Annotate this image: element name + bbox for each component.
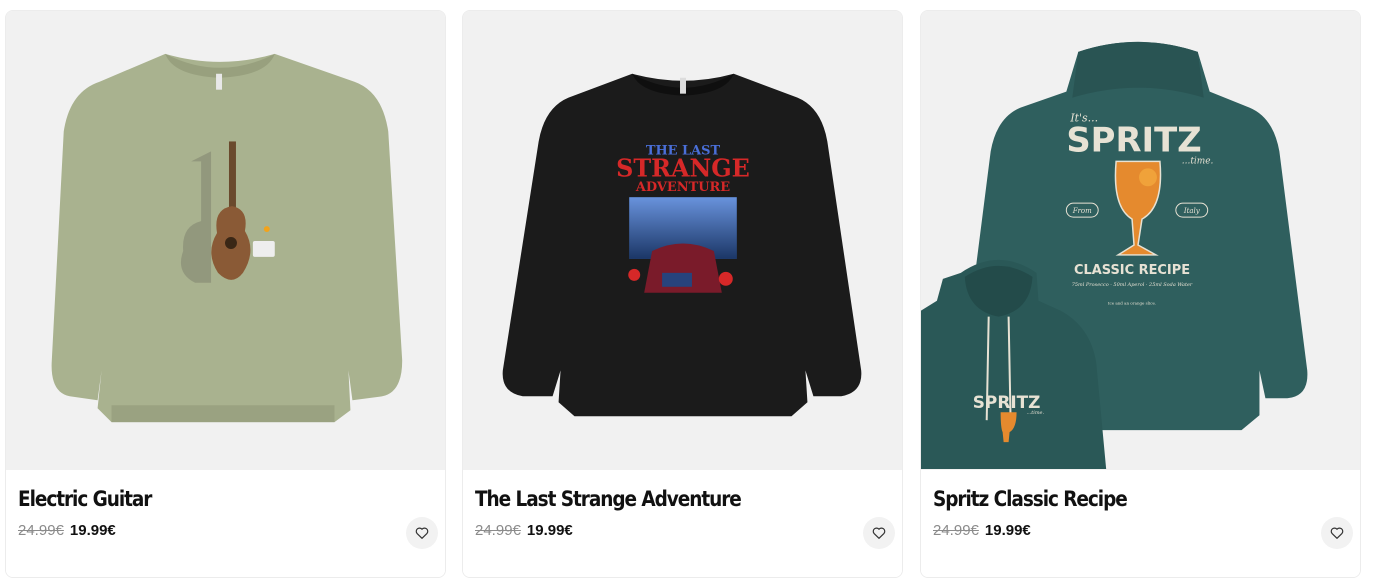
sale-price: 19.99€ xyxy=(526,522,573,539)
product-card[interactable]: It's... SPRITZ ...time. From Italy CLASS… xyxy=(920,10,1361,578)
favorite-button[interactable] xyxy=(863,517,895,549)
sale-price: 19.99€ xyxy=(984,522,1031,539)
hoodie-image: It's... SPRITZ ...time. From Italy CLASS… xyxy=(921,12,1360,469)
original-price: 24.99€ xyxy=(475,522,521,539)
product-info: The Last Strange Adventure 24.99€ 19.99€ xyxy=(463,470,902,577)
print-line2: STRANGE xyxy=(616,154,750,182)
heart-outline-icon xyxy=(415,527,429,539)
product-card[interactable]: Electric Guitar 24.99€ 19.99€ xyxy=(5,10,446,578)
print-small-time: ...time. xyxy=(1027,410,1045,416)
heart-outline-icon xyxy=(1330,527,1344,539)
price-block: 24.99€ 19.99€ xyxy=(18,522,116,539)
price-block: 24.99€ 19.99€ xyxy=(933,522,1031,539)
print-serve: Ice and an orange slice. xyxy=(1108,301,1156,306)
print-ingredients: 75ml Prosecco · 50ml Aperol · 25ml Soda … xyxy=(1072,282,1193,288)
print-from: From xyxy=(1072,207,1092,215)
sweatshirt-image: THE LAST STRANGE ADVENTURE xyxy=(463,12,902,469)
product-title[interactable]: Electric Guitar xyxy=(18,487,152,511)
product-grid: Electric Guitar 24.99€ 19.99€ THE LAST ST… xyxy=(5,10,1361,578)
original-price: 24.99€ xyxy=(933,522,979,539)
print-time: ...time. xyxy=(1182,156,1214,166)
sweatshirt-image xyxy=(6,12,445,469)
product-image[interactable]: THE LAST STRANGE ADVENTURE xyxy=(463,11,902,470)
favorite-button[interactable] xyxy=(1321,517,1353,549)
heart-outline-icon xyxy=(872,527,886,539)
product-info: Electric Guitar 24.99€ 19.99€ xyxy=(6,470,445,577)
print-recipe: CLASSIC RECIPE xyxy=(1074,263,1190,278)
price-block: 24.99€ 19.99€ xyxy=(475,522,573,539)
product-card[interactable]: THE LAST STRANGE ADVENTURE The Last Stra… xyxy=(462,10,903,578)
print-line3: ADVENTURE xyxy=(635,180,730,195)
product-image[interactable] xyxy=(6,11,445,470)
product-info: Spritz Classic Recipe 24.99€ 19.99€ xyxy=(921,470,1360,577)
print-spritz: SPRITZ xyxy=(1066,120,1201,159)
favorite-button[interactable] xyxy=(406,517,438,549)
sale-price: 19.99€ xyxy=(69,522,116,539)
product-title[interactable]: The Last Strange Adventure xyxy=(475,487,742,511)
product-image[interactable]: It's... SPRITZ ...time. From Italy CLASS… xyxy=(921,11,1360,470)
product-title[interactable]: Spritz Classic Recipe xyxy=(933,487,1128,511)
original-price: 24.99€ xyxy=(18,522,64,539)
print-italy: Italy xyxy=(1183,207,1200,215)
